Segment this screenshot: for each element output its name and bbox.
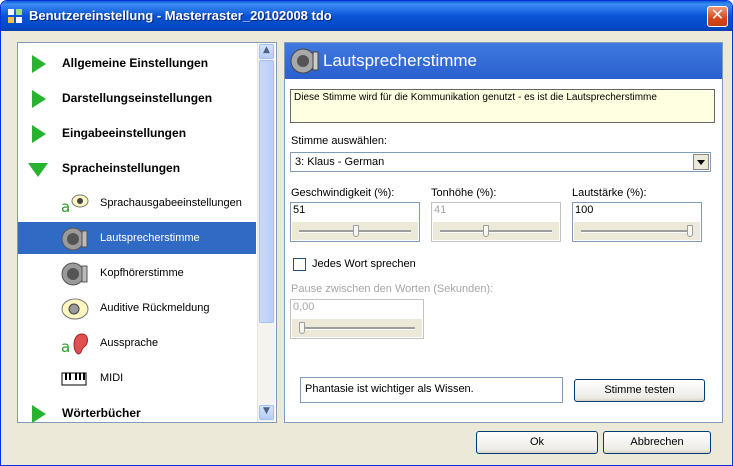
pitch-value[interactable]: 41 [434,204,446,216]
tree-item-label: Darstellungseinstellungen [62,91,213,105]
voice-select-label: Stimme auswählen: [291,135,387,147]
tree-item-label: Aussprache [100,337,159,349]
tree-item-label: Eingabeeinstellungen [62,126,187,140]
test-voice-button[interactable]: Stimme testen [574,379,705,402]
chevron-up-icon: ▲ [263,45,270,55]
slider-thumb[interactable] [687,225,693,237]
scroll-down-button[interactable]: ▼ [259,405,274,420]
tree-item-lautsprecherstimme[interactable]: Lautsprecherstimme [18,222,256,254]
tree-item-label: Wörterbücher [62,406,141,420]
voice-select-value: 3: Klaus - German [295,156,385,168]
app-grid-icon [8,9,22,23]
tree-item-auditive-rueckmeldung[interactable]: Auditive Rückmeldung [18,292,256,324]
tree-item-label: Lautsprecherstimme [100,232,200,244]
slider-thumb[interactable] [353,225,359,237]
slider-track [581,230,693,233]
tree-item-label: Sprachausgabeeinstellungen [100,197,242,209]
speech-output-icon: a [61,194,89,216]
speed-control[interactable]: 51 [290,202,420,242]
chevron-down-icon [697,160,705,165]
settings-window: Benutzereinstellung - Masterraster_20102… [0,0,733,466]
each-word-label: Jedes Wort sprechen [312,258,416,270]
scroll-up-button[interactable]: ▲ [259,44,274,59]
window-title: Benutzereinstellung - Masterraster_20102… [29,8,332,23]
tree-item-label: MIDI [100,372,124,384]
close-button[interactable]: ✕ [707,5,728,27]
tree-item-midi[interactable]: MIDI [18,362,256,394]
piano-keys-icon [61,372,87,386]
cancel-button[interactable]: Abbrechen [603,431,711,454]
slider-track [299,327,415,330]
tree-item-aussprache[interactable]: a Aussprache [18,327,256,359]
pitch-control[interactable]: 41 [431,202,561,242]
tree-item-eingabeeinstellungen[interactable]: Eingabeeinstellungen [18,117,256,149]
ok-button[interactable]: Ok [476,431,598,454]
info-box: Diese Stimme wird für die Kommunikation … [290,89,715,123]
tree-scrollbar[interactable]: ▲ ▼ [257,43,275,422]
tree-item-label: Allgemeine Einstellungen [62,56,209,70]
svg-text:a: a [61,338,70,356]
dropdown-arrow-button[interactable] [693,154,709,170]
green-arrow-right-icon [32,90,46,108]
tree-item-spracheinstellungen[interactable]: Spracheinstellungen [18,152,256,184]
speaker-icon [61,227,88,251]
auditive-feedback-icon [61,298,89,320]
green-arrow-right-icon [32,125,46,143]
speed-slider[interactable] [292,222,418,240]
speaker-icon [290,48,319,74]
volume-value[interactable]: 100 [575,204,593,216]
pause-label: Pause zwischen den Worten (Sekunden): [291,283,494,295]
pause-control[interactable]: 0,00 [290,299,424,339]
speed-label: Geschwindigkeit (%): [291,187,395,199]
volume-label: Lautstärke (%): [572,187,647,199]
pitch-label: Tonhöhe (%): [431,187,497,199]
slider-thumb[interactable] [483,225,489,237]
slider-thumb[interactable] [299,322,305,334]
green-arrow-right-icon [32,405,46,423]
svg-text:a: a [61,198,70,216]
scroll-thumb[interactable] [259,60,274,323]
test-text-value: Phantasie ist wichtiger als Wissen. [305,383,474,395]
panel-title: Lautsprecherstimme [323,51,478,70]
tree-item-darstellungseinstellungen[interactable]: Darstellungseinstellungen [18,82,256,114]
each-word-checkbox[interactable] [293,258,306,271]
panel-header: Lautsprecherstimme [285,43,722,79]
headphone-speaker-icon [61,262,88,286]
title-bar[interactable]: Benutzereinstellung - Masterraster_20102… [1,1,732,31]
settings-panel: Lautsprecherstimme Diese Stimme wird für… [284,42,723,423]
tree-item-label: Auditive Rückmeldung [100,302,210,314]
speed-value[interactable]: 51 [293,204,305,216]
volume-control[interactable]: 100 [572,202,702,242]
tree-item-label: Spracheinstellungen [62,161,181,175]
tree-item-allgemeine-einstellungen[interactable]: Allgemeine Einstellungen [18,47,256,79]
green-arrow-down-icon [28,163,48,177]
slider-track [440,230,552,233]
tree-item-label: Kopfhörerstimme [100,267,184,279]
tree-item-woerterbuecher[interactable]: Wörterbücher [18,397,256,429]
green-arrow-right-icon [32,55,46,73]
pitch-slider[interactable] [433,222,559,240]
settings-tree[interactable]: Allgemeine Einstellungen Darstellungsein… [17,42,277,423]
chevron-down-icon: ▼ [263,406,270,416]
voice-select[interactable]: 3: Klaus - German [290,152,711,172]
close-icon: ✕ [710,5,725,24]
pause-value[interactable]: 0,00 [293,301,314,313]
tree-item-sprachausgabeeinstellungen[interactable]: a Sprachausgabeeinstellungen [18,187,256,219]
tree-item-kopfhoererstimme[interactable]: Kopfhörerstimme [18,257,256,289]
test-text-input[interactable]: Phantasie ist wichtiger als Wissen. [300,377,563,403]
ear-icon: a [61,333,88,356]
pause-slider[interactable] [292,319,422,337]
volume-slider[interactable] [574,222,700,240]
